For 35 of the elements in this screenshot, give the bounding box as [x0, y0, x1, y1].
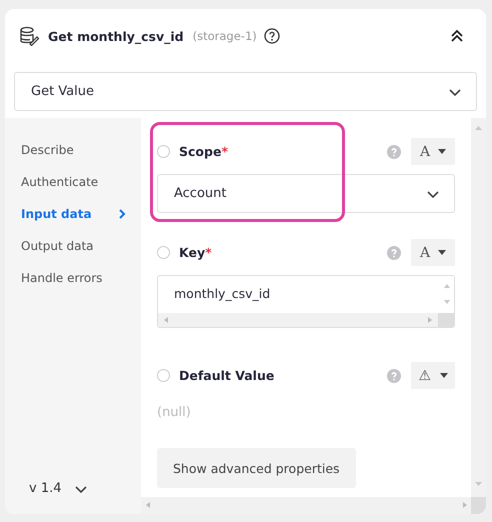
field-label: Scope* — [179, 144, 228, 159]
help-icon — [264, 28, 280, 44]
sidebar-item[interactable]: Authenticate — [21, 166, 126, 198]
sidebar-item[interactable]: Describe — [21, 134, 126, 166]
empty-value: (null) — [157, 404, 192, 422]
collapse-icon[interactable] — [450, 28, 464, 44]
scope-dropdown[interactable]: Account — [157, 174, 455, 213]
radio-button[interactable] — [157, 246, 170, 259]
scrollbar[interactable] — [158, 313, 454, 327]
step-title: Get monthly_csv_id — [48, 28, 184, 44]
radio-button[interactable] — [157, 369, 170, 382]
database-edit-icon — [19, 26, 39, 46]
type-dropdown[interactable]: ⚠ — [411, 362, 455, 389]
caret-down-icon — [438, 149, 446, 154]
field-label: Default Value — [179, 368, 274, 383]
radio-button[interactable] — [157, 145, 170, 158]
help-icon — [387, 368, 401, 382]
chevron-right-icon — [118, 209, 126, 219]
type-dropdown[interactable]: A — [411, 138, 455, 165]
caret-down-icon — [438, 250, 446, 255]
text-area[interactable]: monthly_csv_id — [157, 275, 455, 328]
scrollbar[interactable] — [141, 497, 486, 514]
advanced-button[interactable]: Show advanced properties — [157, 448, 356, 488]
sidebar-item[interactable]: Input data — [21, 198, 126, 230]
type-dropdown[interactable]: A — [411, 239, 455, 266]
caret-down-icon — [440, 373, 448, 378]
action-dropdown[interactable]: Get Value — [14, 72, 477, 111]
scrollbar[interactable] — [471, 118, 486, 497]
version-dropdown[interactable]: v 1.4 — [21, 481, 141, 496]
sidebar-item[interactable]: Handle errors — [21, 262, 126, 294]
field-label: Key* — [179, 245, 212, 260]
step-id: (storage-1) — [192, 29, 257, 43]
help-icon — [387, 144, 401, 158]
help-icon — [387, 246, 401, 260]
sidebar-item[interactable]: Output data — [21, 230, 126, 262]
